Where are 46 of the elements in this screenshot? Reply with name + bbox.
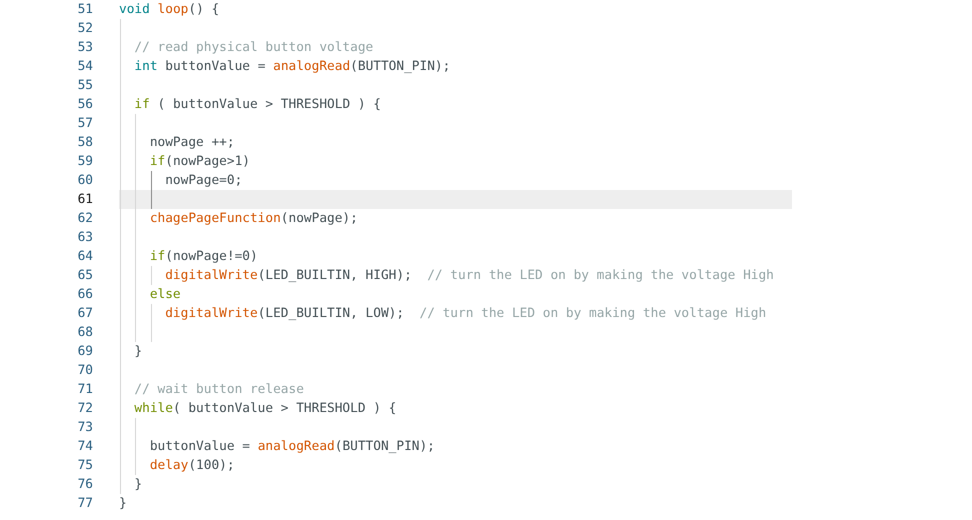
code-line: chagePageFunction(nowPage); [148,210,358,228]
line-number: 57 [76,115,93,133]
code-line: nowPage ++; [148,134,235,152]
code-line: digitalWrite(LED_BUILTIN, HIGH); // turn the LED on by making the voltage High [164,267,774,285]
line-number: 68 [76,324,93,342]
line-number: 70 [76,362,93,380]
code-line: } [133,343,142,361]
line-number: 62 [76,210,93,228]
code-line: if ( buttonValue > THRESHOLD ) { [133,96,381,114]
line-number: 53 [76,39,93,57]
code-line: // wait button release [133,381,304,399]
line-number: 51 [76,1,93,19]
code-line: void loop() { [119,1,220,19]
line-number: 56 [76,96,93,114]
code-line: delay(100); [148,457,235,475]
code-line: } [133,476,142,494]
line-number: 58 [76,134,93,152]
code-line: } [119,495,127,513]
code-line: while( buttonValue > THRESHOLD ) { [133,400,396,418]
line-number: 63 [76,229,93,247]
code-line: if(nowPage!=0) [148,248,258,266]
line-number: 71 [76,381,93,399]
code-line: digitalWrite(LED_BUILTIN, LOW); // turn the LED on by making the voltage High [164,305,766,323]
line-number: 52 [76,20,93,38]
code-line: else [148,286,181,304]
line-number: 76 [76,476,93,494]
line-number: 67 [76,305,93,323]
line-number: 73 [76,419,93,437]
line-number: 64 [76,248,93,266]
line-number: 69 [76,343,93,361]
code-line: // read physical button voltage [133,39,374,57]
line-number: 61 [76,191,93,209]
line-number: 55 [76,77,93,95]
code-line: if(nowPage>1) [148,153,250,171]
line-number: 74 [76,438,93,456]
line-number: 59 [76,153,93,171]
code-line: int buttonValue = analogRead(BUTTON_PIN); [133,58,450,76]
line-number: 75 [76,457,93,475]
code-line: buttonValue = analogRead(BUTTON_PIN); [148,438,435,456]
line-number: 72 [76,400,93,418]
line-number: 60 [76,172,93,190]
line-number: 54 [76,58,93,76]
line-number: 66 [76,286,93,304]
line-number: 65 [76,267,93,285]
code-line: nowPage=0; [164,172,242,190]
line-number: 77 [76,495,93,513]
